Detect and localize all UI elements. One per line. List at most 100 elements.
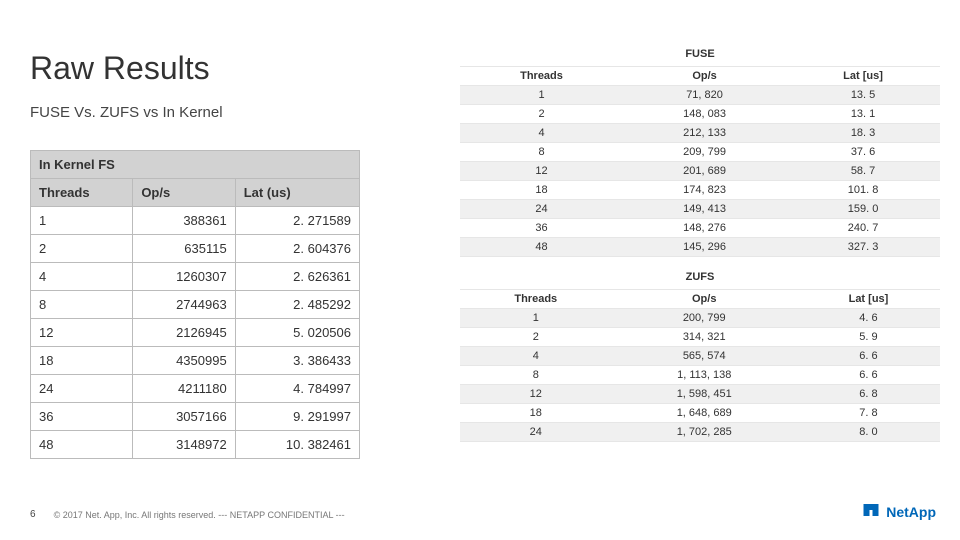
table-row: 24 4211180 4. 784997	[31, 375, 360, 403]
netapp-logo-icon	[862, 501, 880, 522]
table-row: 2 148, 083 13. 1	[460, 105, 940, 124]
page-title: Raw Results	[30, 50, 210, 87]
cell-threads: 4	[31, 263, 133, 291]
cell-ops: 200, 799	[612, 309, 797, 328]
cell-lat: 2. 626361	[235, 263, 359, 291]
cell-lat: 5. 9	[797, 328, 940, 347]
cell-ops: 71, 820	[623, 86, 786, 105]
cell-threads: 24	[460, 200, 623, 219]
table-row: 4 565, 574 6. 6	[460, 347, 940, 366]
cell-threads: 24	[31, 375, 133, 403]
table-row: 36 148, 276 240. 7	[460, 219, 940, 238]
cell-threads: 48	[31, 431, 133, 459]
cell-threads: 18	[460, 404, 612, 423]
table-row: 4 212, 133 18. 3	[460, 124, 940, 143]
cell-lat: 101. 8	[786, 181, 940, 200]
cell-threads: 36	[460, 219, 623, 238]
cell-ops: 635115	[133, 235, 235, 263]
table-row: 1 200, 799 4. 6	[460, 309, 940, 328]
cell-lat: 6. 6	[797, 366, 940, 385]
cell-threads: 24	[460, 423, 612, 442]
cell-lat: 58. 7	[786, 162, 940, 181]
col-lat: Lat (us)	[235, 179, 359, 207]
cell-ops: 209, 799	[623, 143, 786, 162]
cell-lat: 37. 6	[786, 143, 940, 162]
zufs-body: 1 200, 799 4. 6 2 314, 321 5. 9 4 565, 5…	[460, 309, 940, 442]
cell-lat: 13. 5	[786, 86, 940, 105]
col-ops: Op/s	[133, 179, 235, 207]
cell-lat: 3. 386433	[235, 347, 359, 375]
table-row: 36 3057166 9. 291997	[31, 403, 360, 431]
right-panel: FUSE Threads Op/s Lat [us] 1 71, 820 13.…	[460, 40, 940, 448]
cell-lat: 7. 8	[797, 404, 940, 423]
cell-ops: 174, 823	[623, 181, 786, 200]
cell-lat: 9. 291997	[235, 403, 359, 431]
zufs-table: ZUFS Threads Op/s Lat [us] 1 200, 799 4.…	[460, 263, 940, 442]
table-row: 12 1, 598, 451 6. 8	[460, 385, 940, 404]
cell-lat: 2. 271589	[235, 207, 359, 235]
cell-ops: 3057166	[133, 403, 235, 431]
cell-ops: 148, 276	[623, 219, 786, 238]
cell-ops: 145, 296	[623, 238, 786, 257]
cell-threads: 18	[31, 347, 133, 375]
table-row: 48 3148972 10. 382461	[31, 431, 360, 459]
cell-lat: 6. 8	[797, 385, 940, 404]
cell-ops: 1, 113, 138	[612, 366, 797, 385]
col-ops: Op/s	[612, 290, 797, 309]
table-row: 2 635115 2. 604376	[31, 235, 360, 263]
cell-threads: 2	[460, 328, 612, 347]
cell-ops: 2744963	[133, 291, 235, 319]
cell-ops: 201, 689	[623, 162, 786, 181]
col-threads: Threads	[460, 290, 612, 309]
page-subtitle: FUSE Vs. ZUFS vs In Kernel	[30, 104, 223, 121]
cell-threads: 8	[31, 291, 133, 319]
in-kernel-caption: In Kernel FS	[31, 151, 360, 179]
zufs-title: ZUFS	[460, 263, 940, 290]
cell-ops: 1260307	[133, 263, 235, 291]
cell-threads: 36	[31, 403, 133, 431]
table-row: 4 1260307 2. 626361	[31, 263, 360, 291]
fuse-table: FUSE Threads Op/s Lat [us] 1 71, 820 13.…	[460, 40, 940, 257]
in-kernel-table: In Kernel FS Threads Op/s Lat (us) 1 388…	[30, 150, 360, 459]
cell-lat: 4. 6	[797, 309, 940, 328]
cell-threads: 8	[460, 366, 612, 385]
cell-threads: 4	[460, 347, 612, 366]
cell-ops: 4350995	[133, 347, 235, 375]
table-row: 8 1, 113, 138 6. 6	[460, 366, 940, 385]
cell-lat: 327. 3	[786, 238, 940, 257]
cell-ops: 2126945	[133, 319, 235, 347]
col-threads: Threads	[460, 67, 623, 86]
table-row: 12 2126945 5. 020506	[31, 319, 360, 347]
cell-threads: 1	[460, 86, 623, 105]
fuse-body: 1 71, 820 13. 5 2 148, 083 13. 1 4 212, …	[460, 86, 940, 257]
table-row: 1 388361 2. 271589	[31, 207, 360, 235]
footer: 6 © 2017 Net. App, Inc. All rights reser…	[30, 509, 345, 520]
cell-lat: 10. 382461	[235, 431, 359, 459]
cell-lat: 4. 784997	[235, 375, 359, 403]
cell-threads: 12	[460, 385, 612, 404]
col-ops: Op/s	[623, 67, 786, 86]
table-row: 18 4350995 3. 386433	[31, 347, 360, 375]
cell-threads: 1	[31, 207, 133, 235]
cell-ops: 314, 321	[612, 328, 797, 347]
table-row: 48 145, 296 327. 3	[460, 238, 940, 257]
cell-ops: 4211180	[133, 375, 235, 403]
cell-threads: 8	[460, 143, 623, 162]
table-row: 8 209, 799 37. 6	[460, 143, 940, 162]
netapp-logo-text: NetApp	[886, 504, 936, 520]
cell-threads: 1	[460, 309, 612, 328]
page-number: 6	[30, 509, 36, 520]
cell-lat: 2. 485292	[235, 291, 359, 319]
cell-lat: 6. 6	[797, 347, 940, 366]
cell-lat: 5. 020506	[235, 319, 359, 347]
cell-ops: 3148972	[133, 431, 235, 459]
col-threads: Threads	[31, 179, 133, 207]
cell-ops: 1, 648, 689	[612, 404, 797, 423]
table-row: 18 1, 648, 689 7. 8	[460, 404, 940, 423]
table-row: 12 201, 689 58. 7	[460, 162, 940, 181]
cell-threads: 48	[460, 238, 623, 257]
table-row: 1 71, 820 13. 5	[460, 86, 940, 105]
table-row: 2 314, 321 5. 9	[460, 328, 940, 347]
table-row: 24 149, 413 159. 0	[460, 200, 940, 219]
cell-ops: 565, 574	[612, 347, 797, 366]
